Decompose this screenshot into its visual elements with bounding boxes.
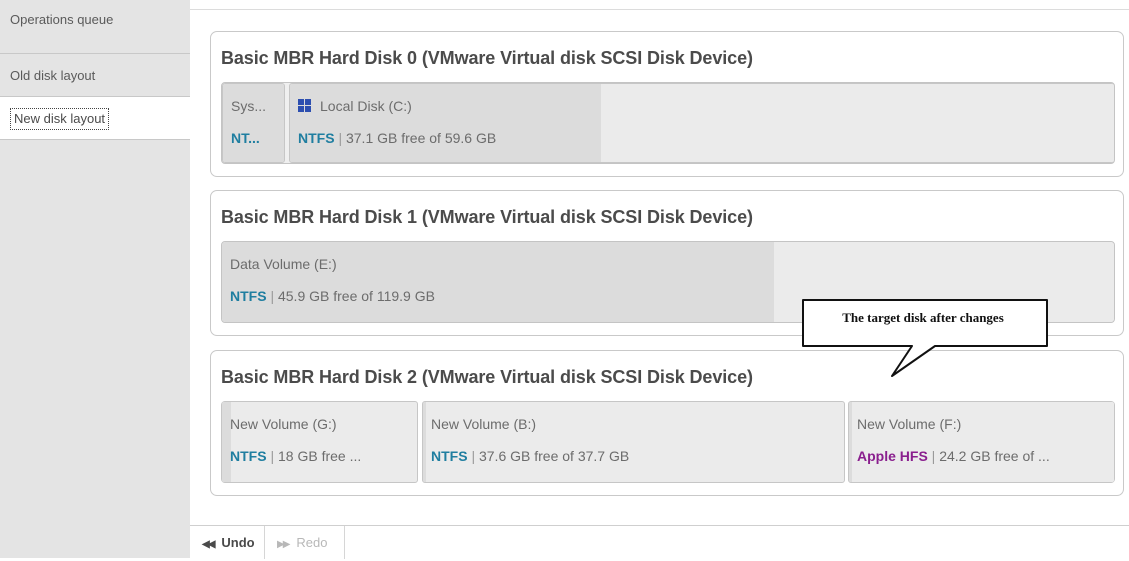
partition-info: NT... xyxy=(231,130,260,146)
partition-label: Sys... xyxy=(231,98,267,114)
rewind-icon: ◀◀ xyxy=(202,539,215,550)
fast-forward-icon: ▶▶ xyxy=(277,539,290,550)
partition-info: NTFS | 45.9 GB free of 119.9 GB xyxy=(230,288,435,304)
sidebar-item-label: Old disk layout xyxy=(10,68,96,83)
sidebar: Operations queue Old disk layout New dis… xyxy=(0,0,190,558)
main-panel: Basic MBR Hard Disk 0 (VMware Virtual di… xyxy=(190,0,1129,559)
sidebar-item-label: New disk layout xyxy=(10,108,110,130)
partition-label-row: Local Disk (C:) xyxy=(298,98,412,114)
partition-system[interactable]: Sys... NT... xyxy=(222,83,285,163)
partition-info: NTFS | 37.1 GB free of 59.6 GB xyxy=(298,130,496,146)
filesystem-label: NTFS xyxy=(298,130,335,146)
bottom-toolbar: ◀◀ Undo ▶▶ Redo xyxy=(190,525,1129,559)
partition-label: New Volume (B:) xyxy=(431,416,537,432)
partition-info: Apple HFS | 24.2 GB free of ... xyxy=(857,448,1050,464)
partition-label: Local Disk (C:) xyxy=(320,98,412,114)
separator: | xyxy=(338,130,343,146)
partition-info: NTFS | 37.6 GB free of 37.7 GB xyxy=(431,448,629,464)
sidebar-item-new-disk-layout[interactable]: New disk layout xyxy=(0,97,190,140)
sidebar-item-old-disk-layout[interactable]: Old disk layout xyxy=(0,54,190,97)
undo-label: Undo xyxy=(221,535,255,550)
free-space-text: 24.2 GB free of ... xyxy=(939,448,1050,464)
filesystem-label: Apple HFS xyxy=(857,448,928,464)
used-space-fill xyxy=(222,242,774,322)
partition-local-disk-c[interactable]: Local Disk (C:) NTFS | 37.1 GB free of 5… xyxy=(289,83,1114,163)
partition-info: NTFS | 18 GB free ... xyxy=(230,448,361,464)
disk-title: Basic MBR Hard Disk 1 (VMware Virtual di… xyxy=(221,207,753,227)
free-space-text: 18 GB free ... xyxy=(277,448,362,464)
disk-bar: Sys... NT... Local Disk (C:) NTFS | 37.1… xyxy=(221,82,1115,164)
sidebar-item-operations-queue[interactable]: Operations queue xyxy=(0,0,190,54)
separator: | xyxy=(270,448,275,464)
free-space-text: 37.1 GB free of 59.6 GB xyxy=(345,130,497,146)
filesystem-label: NT... xyxy=(231,130,260,146)
used-space-fill xyxy=(290,84,601,162)
filesystem-label: NTFS xyxy=(431,448,468,464)
partition-new-volume-g[interactable]: New Volume (G:) NTFS | 18 GB free ... xyxy=(221,401,418,483)
partition-new-volume-f[interactable]: New Volume (F:) Apple HFS | 24.2 GB free… xyxy=(848,401,1115,483)
free-space-text: 45.9 GB free of 119.9 GB xyxy=(277,288,435,304)
sidebar-item-label: Operations queue xyxy=(10,12,114,27)
disk-bar: New Volume (G:) NTFS | 18 GB free ... Ne… xyxy=(221,401,1115,483)
filesystem-label: NTFS xyxy=(230,288,267,304)
separator: | xyxy=(931,448,936,464)
filesystem-label: NTFS xyxy=(230,448,267,464)
disk-title: Basic MBR Hard Disk 0 (VMware Virtual di… xyxy=(221,48,753,68)
free-space-text: 37.6 GB free of 37.7 GB xyxy=(478,448,630,464)
partition-label: New Volume (F:) xyxy=(857,416,962,432)
used-space-fill xyxy=(423,402,426,482)
redo-label: Redo xyxy=(296,535,328,550)
partition-new-volume-b[interactable]: New Volume (B:) NTFS | 37.6 GB free of 3… xyxy=(422,401,845,483)
used-space-fill xyxy=(222,402,231,482)
disk-card-0: Basic MBR Hard Disk 0 (VMware Virtual di… xyxy=(210,31,1124,177)
windows-icon xyxy=(298,99,311,112)
partition-label: Data Volume (E:) xyxy=(230,256,337,272)
separator: | xyxy=(270,288,275,304)
partition-label: New Volume (G:) xyxy=(230,416,337,432)
callout-text: The target disk after changes xyxy=(842,310,1004,325)
used-space-fill xyxy=(223,84,284,162)
used-space-fill xyxy=(849,402,852,482)
disk-title: Basic MBR Hard Disk 2 (VMware Virtual di… xyxy=(221,367,753,387)
separator: | xyxy=(471,448,476,464)
divider xyxy=(190,9,1129,10)
redo-button[interactable]: ▶▶ Redo xyxy=(265,526,345,559)
undo-button[interactable]: ◀◀ Undo xyxy=(190,526,265,559)
